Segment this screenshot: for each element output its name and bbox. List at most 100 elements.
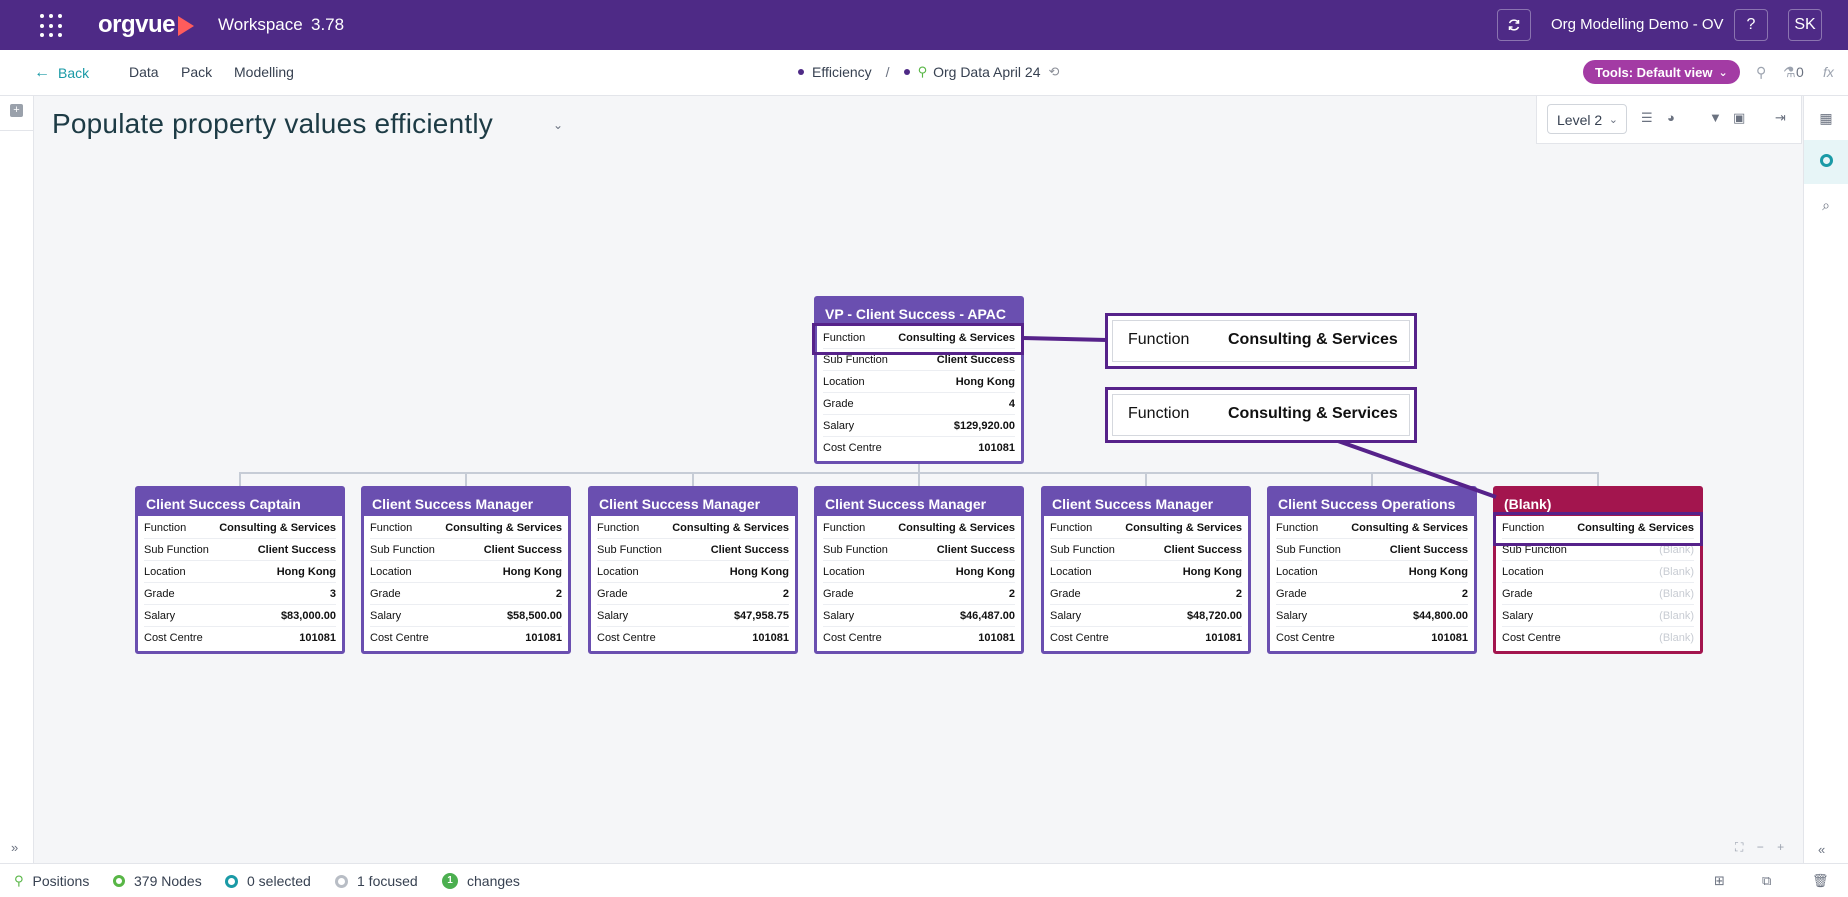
card-row: Function Consulting & Services <box>597 517 789 539</box>
org-card-child-5[interactable]: Client Success Manager Function Consultin… <box>1041 486 1251 654</box>
title-chevron-down-icon[interactable]: ⌄ <box>553 118 563 132</box>
card-row: Grade 2 <box>1276 583 1468 605</box>
callout-function-1: Function Consulting & Services <box>1105 313 1417 369</box>
status-selected[interactable]: 0 selected <box>225 873 311 889</box>
user-avatar[interactable]: SK <box>1788 9 1822 41</box>
card-row: Cost Centre 101081 <box>823 442 1015 454</box>
project-name[interactable]: Org Modelling Demo - OV <box>1551 16 1724 33</box>
filter-icon[interactable]: ▼ <box>1709 110 1722 125</box>
logo-text: orgvue <box>98 11 176 38</box>
card-title: Client Success Captain <box>138 489 342 516</box>
export-icon[interactable]: ⇥ <box>1775 110 1786 126</box>
breadcrumb-separator: / <box>885 64 890 80</box>
card-row: Function Consulting & Services <box>370 517 562 539</box>
card-row: Salary (Blank) <box>1502 605 1694 627</box>
card-row: Function Consulting & Services <box>1276 517 1468 539</box>
search-icon[interactable]: ⌕ <box>1804 197 1848 214</box>
status-focused-label: 1 focused <box>357 873 418 889</box>
status-nodes-label: 379 Nodes <box>134 873 202 889</box>
card-title: Client Success Manager <box>591 489 795 516</box>
zoom-controls: ⛶ − + <box>1735 840 1784 855</box>
add-panel-icon[interactable]: + <box>10 104 23 117</box>
org-card-child-2[interactable]: Client Success Manager Function Consultin… <box>361 486 571 654</box>
card-row: Grade 2 <box>823 583 1015 605</box>
tools-view-button[interactable]: Tools: Default view ⌄ <box>1583 60 1740 84</box>
focus-panel-icon[interactable] <box>1820 154 1833 167</box>
card-row: Salary $58,500.00 <box>370 605 562 627</box>
chart-panel-icon[interactable]: ▦ <box>1804 110 1848 127</box>
zoom-in-icon[interactable]: + <box>1777 840 1784 854</box>
card-row: Grade (Blank) <box>1502 583 1694 605</box>
add-node-icon[interactable]: ⊞ <box>1714 873 1725 889</box>
back-button[interactable]: ← Back <box>34 64 89 82</box>
card-row: Cost Centre 101081 <box>823 632 1015 644</box>
card-row: Grade 2 <box>597 583 789 605</box>
app-grid-icon[interactable] <box>40 14 64 38</box>
tree-connector-3 <box>692 472 694 487</box>
sync-button[interactable] <box>1497 9 1531 41</box>
org-card-child-3[interactable]: Client Success Manager Function Consultin… <box>588 486 798 654</box>
card-row: Grade 3 <box>144 583 336 605</box>
expand-panel-icon[interactable]: » <box>11 840 18 855</box>
org-card-child-6[interactable]: Client Success Operations Function Consul… <box>1267 486 1477 654</box>
pin-icon: ⚲ <box>917 64 928 79</box>
tree-connector-4 <box>918 472 920 487</box>
card-row: Salary $47,958.75 <box>597 605 789 627</box>
nav-pack[interactable]: Pack <box>181 64 212 80</box>
org-card-child-1[interactable]: Client Success Captain Function Consultin… <box>135 486 345 654</box>
breadcrumb-view[interactable]: Efficiency <box>812 64 872 80</box>
card-row: Cost Centre 101081 <box>597 632 789 644</box>
nav-modelling[interactable]: Modelling <box>234 64 294 80</box>
flask-counter: 0 <box>1796 64 1804 80</box>
card-row: Grade 2 <box>1050 583 1242 605</box>
status-selected-label: 0 selected <box>247 873 311 889</box>
card-row: Function Consulting & Services <box>1050 517 1242 539</box>
list-icon[interactable]: ☰ <box>1641 110 1653 126</box>
card-row: Sub Function Client Success <box>144 539 336 561</box>
org-card-root[interactable]: VP - Client Success - APAC Function Consu… <box>814 296 1024 464</box>
highlight-blank-function <box>1493 512 1703 546</box>
status-focused[interactable]: 1 focused <box>335 873 418 889</box>
status-nodes[interactable]: 379 Nodes <box>113 873 202 889</box>
tools-view-label: Tools: Default view <box>1595 64 1713 80</box>
fit-screen-icon[interactable]: ⛶ <box>1735 840 1743 854</box>
pin-icon: ⚲ <box>14 873 24 888</box>
chevron-down-icon: ⌄ <box>1608 114 1618 126</box>
card-row: Location (Blank) <box>1502 561 1694 583</box>
card-row: Salary $46,487.00 <box>823 605 1015 627</box>
breadcrumb: Efficiency / ⚲ Org Data April 24 ⟲ <box>798 64 1059 80</box>
refresh-icon[interactable]: ⟲ <box>1048 64 1059 80</box>
org-card-child-4[interactable]: Client Success Manager Function Consultin… <box>814 486 1024 654</box>
callout-key: Function <box>1128 331 1190 348</box>
page-title[interactable]: Populate property values efficiently <box>52 108 493 140</box>
tree-connector-5 <box>1145 472 1147 487</box>
breadcrumb-dataset[interactable]: Org Data April 24 <box>933 64 1040 80</box>
level-select[interactable]: Level 2 ⌄ <box>1547 104 1627 134</box>
card-row: Location Hong Kong <box>1276 561 1468 583</box>
comments-icon[interactable]: ▣ <box>1733 110 1745 126</box>
card-row: Sub Function Client Success <box>370 539 562 561</box>
tree-connector-2 <box>465 472 467 487</box>
callout-function-2: Function Consulting & Services <box>1105 387 1417 443</box>
back-label: Back <box>58 65 90 81</box>
card-row: Cost Centre 101081 <box>370 632 562 644</box>
status-changes[interactable]: 1 changes <box>442 873 520 889</box>
delete-icon[interactable]: 🗑 <box>1812 873 1829 889</box>
right-rail: ▦ ⌕ « <box>1803 96 1848 863</box>
palette-icon[interactable]: ◕ <box>1667 110 1675 125</box>
status-changes-label: changes <box>467 873 520 889</box>
pin-view-icon[interactable]: ⚲ <box>1756 64 1766 81</box>
status-positions[interactable]: ⚲ Positions <box>14 873 89 889</box>
callout-value: Consulting & Services <box>1228 331 1398 348</box>
card-row: Grade 4 <box>823 393 1015 415</box>
zoom-out-icon[interactable]: − <box>1757 840 1764 854</box>
card-row: Function Consulting & Services <box>144 517 336 539</box>
nav-data[interactable]: Data <box>129 64 159 80</box>
help-button[interactable]: ? <box>1734 9 1768 41</box>
card-row: Sub Function Client Success <box>1050 539 1242 561</box>
collapse-panel-icon[interactable]: « <box>1818 842 1825 857</box>
flask-icon[interactable]: ⚗ <box>1783 64 1796 81</box>
orgvue-logo[interactable]: orgvue <box>98 11 195 39</box>
formula-icon[interactable]: fx <box>1823 64 1834 80</box>
copy-icon[interactable]: ⧉ <box>1762 873 1771 889</box>
